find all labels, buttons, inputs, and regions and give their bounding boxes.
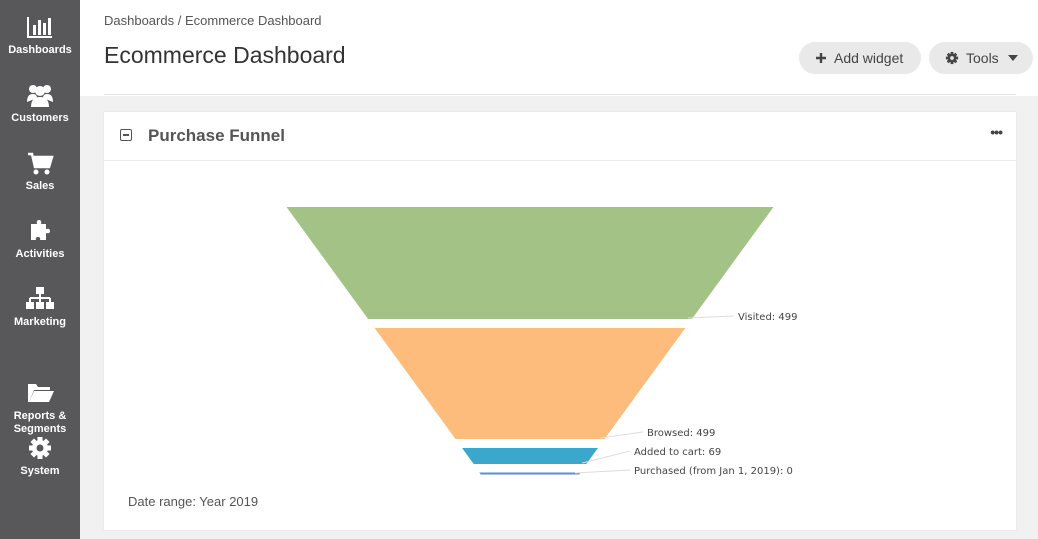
sidebar-item-reports-segments[interactable]: Reports & Segments — [0, 354, 80, 436]
sidebar-item-label: Dashboards — [8, 44, 72, 56]
funnel-stage-1[interactable] — [374, 328, 686, 439]
funnel-data-label: Visited: 499 — [738, 312, 797, 323]
breadcrumb-current: Ecommerce Dashboard — [184, 13, 322, 28]
caret-down-icon — [1007, 55, 1018, 61]
breadcrumb-separator: / — [177, 13, 182, 28]
sidebar-item-label: Customers — [11, 112, 69, 124]
folder-icon — [25, 367, 55, 402]
gear-icon — [25, 435, 55, 461]
date-range: Date range: Year 2019 — [128, 494, 259, 509]
page-title: Ecommerce Dashboard — [104, 42, 346, 68]
funnel-data-label: Added to cart: 69 — [634, 447, 721, 458]
sidebar-item-customers[interactable]: Customers — [0, 82, 80, 125]
sidebar-item-sales[interactable]: Sales — [0, 150, 80, 193]
header-divider — [104, 94, 1016, 95]
sidebar-item-label: Activities — [15, 248, 65, 260]
funnel-stage-3[interactable] — [479, 472, 581, 475]
breadcrumb: Dashboards / Ecommerce Dashboard — [104, 13, 322, 28]
funnel-data-label: Purchased (from Jan 1, 2019): 0 — [634, 466, 793, 477]
sidebar-item-label: Reports & Segments — [13, 410, 67, 435]
funnel-stage-0[interactable] — [286, 207, 774, 319]
plus-icon — [815, 52, 827, 64]
purchase-funnel-widget: Purchase Funnel ••• Visited: 499 Browsed:… — [104, 112, 1016, 530]
funnel-leader-line — [687, 315, 735, 319]
sidebar-item-label: Marketing — [14, 316, 66, 328]
sidebar-item-label: Sales — [25, 180, 55, 192]
funnel-data-label: Browsed: 499 — [647, 428, 715, 439]
sidebar-item-system[interactable]: System — [0, 435, 80, 478]
gear-icon — [945, 51, 959, 65]
sidebar-item-dashboards[interactable]: Dashboards — [0, 14, 80, 57]
sitemap-icon — [25, 286, 55, 312]
tools-label: Tools — [966, 50, 999, 66]
funnel-leader-line — [574, 469, 631, 474]
sidebar-item-marketing[interactable]: Marketing — [0, 286, 80, 329]
page-header: Dashboards / Ecommerce Dashboard Ecommer… — [80, 0, 1038, 96]
add-widget-label: Add widget — [834, 50, 904, 66]
users-icon — [25, 82, 55, 108]
funnel-stage-2[interactable] — [462, 448, 598, 464]
funnel-chart: Visited: 499 Browsed: 499 Added to cart: 6… — [286, 207, 797, 477]
puzzle-icon — [25, 218, 55, 244]
add-widget-button[interactable]: Add widget — [799, 42, 921, 74]
sidebar-item-label: System — [20, 465, 60, 477]
sidebar: Dashboards Customers Sales Activities Ma… — [0, 0, 80, 539]
cart-icon — [25, 150, 55, 176]
breadcrumb-dashboards-link[interactable]: Dashboards — [104, 13, 174, 28]
tools-button[interactable]: Tools — [929, 42, 1033, 74]
sidebar-item-activities[interactable]: Activities — [0, 218, 80, 261]
bar-chart-icon — [25, 14, 55, 40]
